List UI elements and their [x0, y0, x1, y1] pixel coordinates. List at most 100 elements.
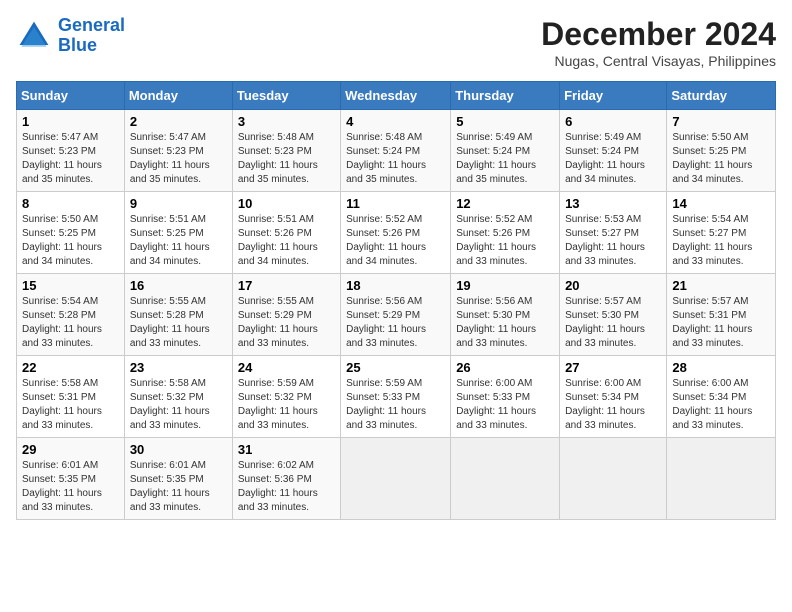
calendar-cell: 20Sunrise: 5:57 AMSunset: 5:30 PMDayligh…	[560, 274, 667, 356]
day-number: 29	[22, 442, 119, 457]
calendar-cell: 16 Sunrise: 5:55 AMSunset: 5:28 PMDayligh…	[124, 274, 232, 356]
calendar-cell: 14 Sunrise: 5:54 AMSunset: 5:27 PMDayligh…	[667, 192, 776, 274]
day-info: Sunrise: 5:54 AMSunset: 5:28 PMDaylight:…	[22, 295, 119, 351]
day-info: Sunrise: 5:48 AMSunset: 5:23 PMDaylight:…	[238, 131, 335, 187]
calendar-cell: 12 Sunrise: 5:52 AMSunset: 5:26 PMDayligh…	[451, 192, 560, 274]
day-info: Sunrise: 5:56 AMSunset: 5:30 PMDaylight:…	[456, 295, 554, 351]
day-number: 7	[672, 114, 770, 129]
day-number: 4	[346, 114, 445, 129]
day-info: Sunrise: 5:55 AMSunset: 5:29 PMDaylight:…	[238, 295, 335, 351]
location-subtitle: Nugas, Central Visayas, Philippines	[541, 53, 776, 69]
day-info: Sunrise: 5:56 AMSunset: 5:29 PMDaylight:…	[346, 295, 445, 351]
day-number: 8	[22, 196, 119, 211]
calendar-week-2: 8 Sunrise: 5:50 AMSunset: 5:25 PMDaylight…	[17, 192, 776, 274]
day-number: 5	[456, 114, 554, 129]
calendar-cell	[451, 438, 560, 520]
calendar-cell: 30Sunrise: 6:01 AMSunset: 5:35 PMDayligh…	[124, 438, 232, 520]
day-info: Sunrise: 6:00 AMSunset: 5:33 PMDaylight:…	[456, 377, 554, 433]
day-info: Sunrise: 5:48 AMSunset: 5:24 PMDaylight:…	[346, 131, 445, 187]
weekday-header-row: SundayMondayTuesdayWednesdayThursdayFrid…	[17, 82, 776, 110]
weekday-header-thursday: Thursday	[451, 82, 560, 110]
day-number: 28	[672, 360, 770, 375]
calendar-cell	[341, 438, 451, 520]
day-number: 26	[456, 360, 554, 375]
day-info: Sunrise: 5:58 AMSunset: 5:31 PMDaylight:…	[22, 377, 119, 433]
day-number: 23	[130, 360, 227, 375]
calendar-cell: 24 Sunrise: 5:59 AMSunset: 5:32 PMDayligh…	[232, 356, 340, 438]
calendar-cell: 22 Sunrise: 5:58 AMSunset: 5:31 PMDayligh…	[17, 356, 125, 438]
day-number: 6	[565, 114, 661, 129]
calendar-cell: 21 Sunrise: 5:57 AMSunset: 5:31 PMDayligh…	[667, 274, 776, 356]
day-info: Sunrise: 5:59 AMSunset: 5:33 PMDaylight:…	[346, 377, 445, 433]
day-number: 20	[565, 278, 661, 293]
weekday-header-monday: Monday	[124, 82, 232, 110]
day-info: Sunrise: 6:02 AMSunset: 5:36 PMDaylight:…	[238, 459, 335, 515]
calendar-cell: 19 Sunrise: 5:56 AMSunset: 5:30 PMDayligh…	[451, 274, 560, 356]
calendar-cell: 31 Sunrise: 6:02 AMSunset: 5:36 PMDayligh…	[232, 438, 340, 520]
day-number: 13	[565, 196, 661, 211]
day-info: Sunrise: 5:59 AMSunset: 5:32 PMDaylight:…	[238, 377, 335, 433]
day-info: Sunrise: 5:51 AMSunset: 5:26 PMDaylight:…	[238, 213, 335, 269]
calendar-week-3: 15Sunrise: 5:54 AMSunset: 5:28 PMDayligh…	[17, 274, 776, 356]
logo: General Blue	[16, 16, 125, 56]
day-info: Sunrise: 5:55 AMSunset: 5:28 PMDaylight:…	[130, 295, 227, 351]
day-number: 3	[238, 114, 335, 129]
calendar-cell: 29 Sunrise: 6:01 AMSunset: 5:35 PMDayligh…	[17, 438, 125, 520]
calendar-cell: 4 Sunrise: 5:48 AMSunset: 5:24 PMDaylight…	[341, 110, 451, 192]
day-info: Sunrise: 5:50 AMSunset: 5:25 PMDaylight:…	[22, 213, 119, 269]
day-number: 18	[346, 278, 445, 293]
day-number: 27	[565, 360, 661, 375]
calendar-cell: 26 Sunrise: 6:00 AMSunset: 5:33 PMDayligh…	[451, 356, 560, 438]
calendar-week-4: 22 Sunrise: 5:58 AMSunset: 5:31 PMDayligh…	[17, 356, 776, 438]
calendar-cell: 15Sunrise: 5:54 AMSunset: 5:28 PMDayligh…	[17, 274, 125, 356]
day-number: 2	[130, 114, 227, 129]
page-header: General Blue December 2024 Nugas, Centra…	[16, 16, 776, 69]
day-number: 14	[672, 196, 770, 211]
calendar-cell: 28Sunrise: 6:00 AMSunset: 5:34 PMDayligh…	[667, 356, 776, 438]
day-number: 25	[346, 360, 445, 375]
calendar-cell	[667, 438, 776, 520]
day-number: 10	[238, 196, 335, 211]
calendar-cell: 1 Sunrise: 5:47 AMSunset: 5:23 PMDaylight…	[17, 110, 125, 192]
day-number: 17	[238, 278, 335, 293]
day-info: Sunrise: 5:54 AMSunset: 5:27 PMDaylight:…	[672, 213, 770, 269]
day-info: Sunrise: 6:00 AMSunset: 5:34 PMDaylight:…	[565, 377, 661, 433]
weekday-header-wednesday: Wednesday	[341, 82, 451, 110]
day-info: Sunrise: 5:58 AMSunset: 5:32 PMDaylight:…	[130, 377, 227, 433]
calendar-cell: 10 Sunrise: 5:51 AMSunset: 5:26 PMDayligh…	[232, 192, 340, 274]
day-info: Sunrise: 5:53 AMSunset: 5:27 PMDaylight:…	[565, 213, 661, 269]
day-number: 16	[130, 278, 227, 293]
day-number: 11	[346, 196, 445, 211]
day-info: Sunrise: 5:47 AMSunset: 5:23 PMDaylight:…	[22, 131, 119, 187]
calendar-cell: 27 Sunrise: 6:00 AMSunset: 5:34 PMDayligh…	[560, 356, 667, 438]
day-number: 19	[456, 278, 554, 293]
calendar-week-1: 1 Sunrise: 5:47 AMSunset: 5:23 PMDaylight…	[17, 110, 776, 192]
calendar-table: SundayMondayTuesdayWednesdayThursdayFrid…	[16, 81, 776, 520]
day-info: Sunrise: 5:51 AMSunset: 5:25 PMDaylight:…	[130, 213, 227, 269]
day-number: 12	[456, 196, 554, 211]
calendar-cell: 8 Sunrise: 5:50 AMSunset: 5:25 PMDaylight…	[17, 192, 125, 274]
calendar-cell: 13 Sunrise: 5:53 AMSunset: 5:27 PMDayligh…	[560, 192, 667, 274]
logo-text: General Blue	[58, 16, 125, 56]
day-number: 31	[238, 442, 335, 457]
weekday-header-saturday: Saturday	[667, 82, 776, 110]
day-info: Sunrise: 5:50 AMSunset: 5:25 PMDaylight:…	[672, 131, 770, 187]
calendar-week-5: 29 Sunrise: 6:01 AMSunset: 5:35 PMDayligh…	[17, 438, 776, 520]
day-info: Sunrise: 5:52 AMSunset: 5:26 PMDaylight:…	[346, 213, 445, 269]
weekday-header-tuesday: Tuesday	[232, 82, 340, 110]
calendar-cell: 11 Sunrise: 5:52 AMSunset: 5:26 PMDayligh…	[341, 192, 451, 274]
day-info: Sunrise: 5:49 AMSunset: 5:24 PMDaylight:…	[565, 131, 661, 187]
calendar-cell: 7 Sunrise: 5:50 AMSunset: 5:25 PMDaylight…	[667, 110, 776, 192]
calendar-cell: 25 Sunrise: 5:59 AMSunset: 5:33 PMDayligh…	[341, 356, 451, 438]
day-info: Sunrise: 5:52 AMSunset: 5:26 PMDaylight:…	[456, 213, 554, 269]
day-number: 21	[672, 278, 770, 293]
month-title: December 2024	[541, 16, 776, 53]
calendar-cell: 18 Sunrise: 5:56 AMSunset: 5:29 PMDayligh…	[341, 274, 451, 356]
day-info: Sunrise: 6:01 AMSunset: 5:35 PMDaylight:…	[22, 459, 119, 515]
calendar-cell	[560, 438, 667, 520]
day-number: 22	[22, 360, 119, 375]
day-info: Sunrise: 5:57 AMSunset: 5:31 PMDaylight:…	[672, 295, 770, 351]
day-number: 24	[238, 360, 335, 375]
day-number: 1	[22, 114, 119, 129]
calendar-cell: 2Sunrise: 5:47 AMSunset: 5:23 PMDaylight…	[124, 110, 232, 192]
